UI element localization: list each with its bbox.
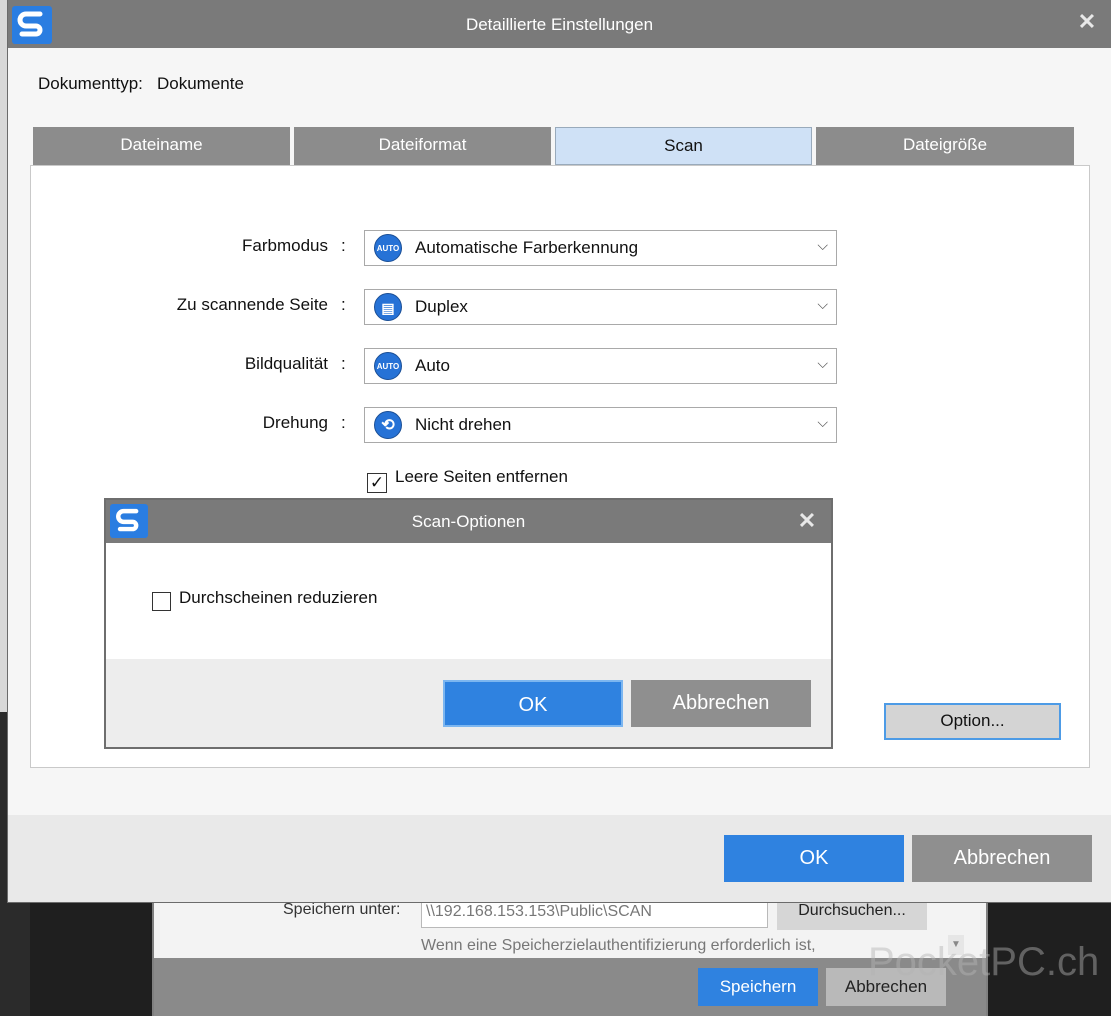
chevron-down-icon: ⌵ (817, 296, 828, 312)
remove-blank-pages-checkbox[interactable]: ✓ (367, 473, 387, 493)
doctype-value: Dokumente (157, 74, 244, 93)
scan-side-value: Duplex (415, 297, 468, 316)
image-quality-value: Auto (415, 356, 450, 375)
field-colon: : (341, 295, 346, 314)
color-mode-label: Farbmodus (242, 236, 328, 255)
rotation-dropdown[interactable]: ⟲ Nicht drehen ⌵ (364, 407, 837, 443)
doctype-label: Dokumenttyp: (38, 74, 143, 93)
scan-options-title: Scan-Optionen (411, 512, 526, 531)
scan-side-label: Zu scannende Seite (176, 295, 328, 314)
cancel-button[interactable]: Abbrechen (912, 835, 1092, 882)
rotation-label: Drehung (262, 413, 328, 432)
close-icon[interactable]: ✕ (1075, 10, 1099, 34)
no-rotation-icon: ⟲ (374, 411, 402, 439)
color-mode-value: Automatische Farberkennung (415, 238, 639, 257)
duplex-page-icon: ▤ (374, 293, 402, 321)
save-location-label: Speichern unter: (283, 901, 401, 918)
color-mode-dropdown[interactable]: AUTO Automatische Farberkennung ⌵ (364, 230, 837, 266)
image-quality-dropdown[interactable]: AUTO Auto ⌵ (364, 348, 837, 384)
remove-blank-pages-label: Leere Seiten entfernen (395, 467, 568, 486)
tab-fileformat[interactable]: Dateiformat (294, 127, 551, 165)
ok-button[interactable]: OK (724, 835, 904, 882)
auth-hint-text: Wenn eine Speicherzielauthentifizierung … (421, 937, 816, 954)
detailed-settings-dialog: Detaillierte Einstellungen ✕ Dokumenttyp… (8, 0, 1111, 902)
scan-options-dialog: Scan-Optionen ✕ Durchscheinen reduzieren… (104, 498, 833, 749)
scansnap-logo-icon (110, 504, 148, 538)
chevron-down-icon: ⌵ (817, 237, 828, 253)
reduce-bleed-through-label: Durchscheinen reduzieren (179, 588, 378, 607)
image-quality-icon: AUTO (374, 352, 402, 380)
field-colon: : (341, 236, 346, 255)
tab-scan[interactable]: Scan (555, 127, 812, 165)
image-quality-label: Bildqualität (244, 354, 328, 373)
tab-filesize[interactable]: Dateigröße (816, 127, 1074, 165)
chevron-down-icon: ⌵ (817, 355, 828, 371)
chevron-down-icon: ⌵ (817, 414, 828, 430)
scansnap-logo-icon (12, 6, 52, 44)
option-button[interactable]: Option... (884, 703, 1061, 740)
scan-options-ok-button[interactable]: OK (443, 680, 623, 727)
save-location-field[interactable]: \\192.168.153.153\Public\SCAN (421, 900, 768, 928)
tab-filename[interactable]: Dateiname (33, 127, 290, 165)
close-icon[interactable]: ✕ (795, 509, 819, 533)
field-colon: : (341, 413, 346, 432)
dialog-title: Detaillierte Einstellungen (465, 15, 654, 34)
watermark-text: PocketPC.ch (868, 940, 1100, 984)
reduce-bleed-through-checkbox[interactable] (152, 592, 171, 611)
scan-options-cancel-button[interactable]: Abbrechen (631, 680, 811, 727)
save-button[interactable]: Speichern (698, 968, 818, 1006)
field-colon: : (341, 354, 346, 373)
auto-color-icon: AUTO (374, 234, 402, 262)
scan-side-dropdown[interactable]: ▤ Duplex ⌵ (364, 289, 837, 325)
rotation-value: Nicht drehen (415, 415, 512, 434)
